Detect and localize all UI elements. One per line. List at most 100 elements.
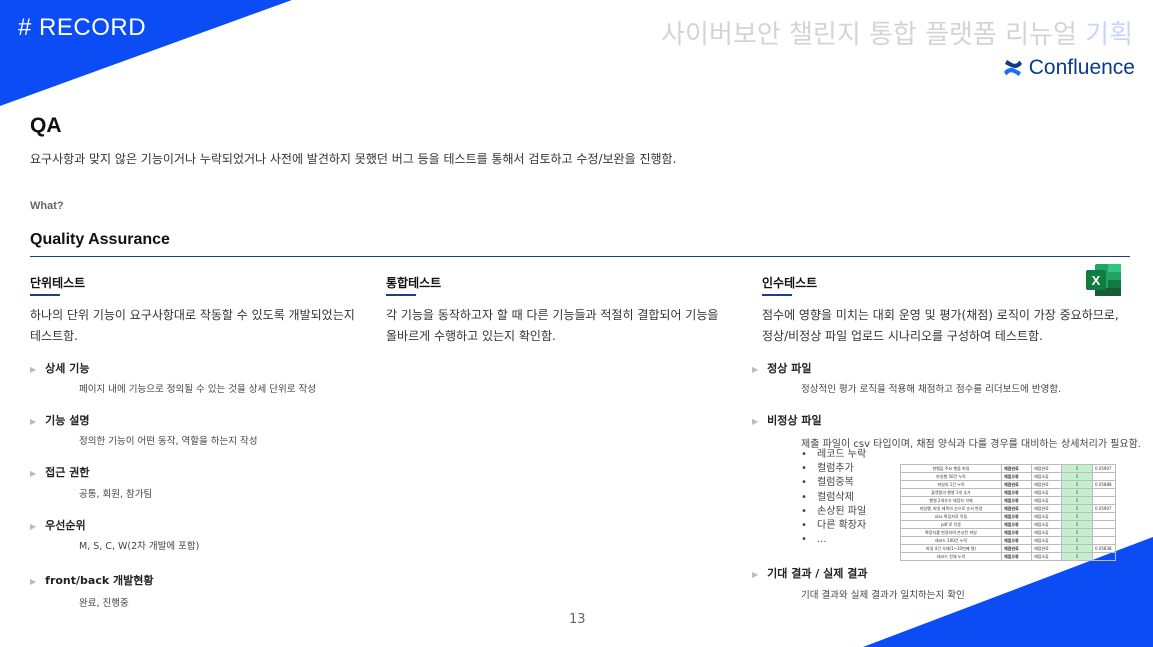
table-cell: 0	[1061, 544, 1093, 553]
unit-test-item-sub: 공통, 회원, 참가팀	[79, 489, 153, 500]
triangle-bullet-icon: ▶	[30, 417, 37, 426]
table-row: 파일행, 파일 제목의 순으로 순서 변경 채점완료 채점완료 0 0.05907	[900, 504, 1116, 513]
abnormal-case-list: • 레코드 누락 • 컬럼추가 • 컬럼중복 • 컬럼삭제 • 손상된 파일 • 다른 확장…	[801, 448, 866, 547]
integration-test-title: 통합테스트	[386, 276, 442, 290]
table-cell: 0.05907	[1092, 504, 1116, 513]
table-row: 레코드 100건 누락 채점오류 채점오류 0	[900, 536, 1116, 545]
normal-file-item: ▶ 정상 파일	[752, 360, 811, 376]
table-cell: 0.05907	[1092, 464, 1116, 473]
table-cell: xlsx 확장자로 작동	[900, 512, 1002, 521]
unit-test-item: ▶ 상세 기능	[30, 360, 89, 376]
table-row: 파일 4건 삭제(1~10번째 열) 채점완료 채점완료 0 0.05838	[900, 544, 1116, 553]
table-row: 파일의 1건 누락 채점완료 채점완료 0 0.05888	[900, 480, 1116, 489]
svg-text:X: X	[1092, 273, 1101, 288]
table-row: 현행값 주요 행을 파일 채점완료 채점완료 0 0.05907	[900, 464, 1116, 473]
table-cell: 파일 4건 삭제(1~10번째 열)	[900, 544, 1002, 553]
table-cell	[1092, 496, 1116, 505]
item-label: front/back 개발현황	[45, 574, 154, 587]
triangle-bullet-icon: ▶	[30, 365, 37, 374]
list-item: • 레코드 누락	[801, 449, 867, 460]
table-cell: pdf 로 작동	[900, 520, 1002, 529]
table-cell: 파일행 50건 누락	[900, 472, 1002, 481]
abnormal-file-item: ▶ 비정상 파일	[752, 412, 822, 428]
integration-test-desc-line-2: 올바르게 수행하고 있는지 확인함.	[386, 329, 556, 343]
table-cell: 채점오류	[1031, 472, 1062, 481]
table-cell: 0	[1061, 464, 1093, 473]
table-cell: 플랫폼의 행렬 1개 추가	[900, 488, 1002, 497]
table-cell: 레코드 전체 누락	[900, 552, 1002, 561]
item-label: 우선순위	[45, 519, 86, 532]
table-cell	[1092, 472, 1116, 481]
unit-test-item: ▶ 접근 권한	[30, 464, 89, 480]
table-cell: 채점완료	[1031, 480, 1062, 489]
table-cell: 채점오류	[1001, 496, 1032, 505]
table-cell: 채점오류	[1001, 520, 1032, 529]
table-cell	[1092, 536, 1116, 545]
list-item: •...	[801, 534, 827, 546]
item-label: 상세 기능	[45, 362, 90, 375]
table-row: 레코드 전체 누락 채점오류 채점오류 0	[900, 552, 1116, 561]
acceptance-test-desc-line-2: 정상/비정상 파일 업로드 시나리오를 구성하여 테스트함.	[762, 329, 1043, 343]
list-item: • 다른 확장자	[801, 520, 867, 532]
integration-test-underline	[386, 294, 416, 296]
table-cell: 파일행, 파일 제목의 순으로 순서 변경	[900, 504, 1002, 513]
table-cell: 0	[1061, 552, 1093, 561]
triangle-bullet-icon: ▶	[30, 469, 37, 478]
acceptance-test-underline	[762, 294, 792, 296]
page-title: 사이버보안 챌린지 통합 플랫폼 리뉴얼 기획	[661, 14, 1133, 51]
excel-icon: X	[1086, 264, 1121, 296]
record-label: # RECORD	[18, 14, 147, 41]
table-row: 파일행 50건 누락 채점오류 채점오류 0	[900, 472, 1116, 481]
unit-test-item-sub: 정의한 기능이 어떤 동작, 역할을 하는지 작성	[79, 436, 258, 447]
triangle-bullet-icon: ▶	[752, 417, 759, 426]
table-cell: 채점오류	[1001, 528, 1032, 537]
table-cell	[1092, 512, 1116, 521]
table-cell: 0	[1061, 512, 1093, 521]
unit-test-item: ▶ 우선순위	[30, 517, 86, 533]
list-item: • 컬럼중복	[801, 477, 854, 489]
acceptance-test-desc-line-1: 점수에 영향을 미치는 대회 운영 및 평가(채점) 로직이 가장 중요하므로,	[762, 308, 1119, 322]
qa-full-name: Quality Assurance	[30, 231, 170, 248]
table-cell: 채점오류	[1031, 536, 1062, 545]
table-cell: 0.05888	[1092, 480, 1116, 489]
table-cell: 채점오류	[1001, 472, 1032, 481]
table-row: xlsx 확장자로 작동 채점오류 채점오류 0	[900, 512, 1116, 521]
table-cell: 채점완료	[1001, 480, 1032, 489]
table-cell	[1092, 552, 1116, 561]
table-cell: 행렬 2개추가 채점차 삭제	[900, 496, 1002, 505]
unit-test-item: ▶ 기능 설명	[30, 412, 89, 428]
expected-result-sub: 기대 결과와 실제 결과가 일치하는지 확인	[801, 590, 965, 601]
test-result-sheet: 현행값 주요 행을 파일 채점완료 채점완료 0 0.05907 파일행 50건 누락 채점…	[900, 464, 1116, 561]
unit-test-desc-line-2: 테스트함.	[30, 329, 78, 343]
table-cell	[1092, 520, 1116, 529]
table-cell: 채점오류	[1031, 528, 1062, 537]
section-description: 요구사항과 맞지 않은 기능이거나 누락되었거나 사전에 발견하지 못했던 버그…	[30, 152, 677, 166]
table-row: 행렬 2개추가 채점차 삭제 채점오류 채점오류 0	[900, 496, 1116, 505]
triangle-bullet-icon: ▶	[752, 365, 759, 374]
table-cell: 채점오류	[1001, 512, 1032, 521]
table-cell: 0	[1061, 488, 1093, 497]
table-cell: 채점완료	[1001, 464, 1032, 473]
table-cell: 채점오류	[1001, 552, 1032, 561]
expected-result-item: ▶ 기대 결과 / 실제 결과	[752, 565, 867, 581]
unit-test-desc-line-1: 하나의 단위 기능이 요구사항대로 작동할 수 있도록 개발되었는지	[30, 308, 355, 322]
item-label: 정상 파일	[767, 362, 812, 375]
acceptance-test-title: 인수테스트	[762, 276, 818, 290]
table-cell: 0	[1061, 504, 1093, 513]
triangle-bullet-icon: ▶	[30, 522, 37, 531]
list-item-text: 손상된 파일	[817, 505, 867, 517]
table-cell: 0.05838	[1092, 544, 1116, 553]
table-cell: 0	[1061, 536, 1093, 545]
unit-test-description: 하나의 단위 기능이 요구사항대로 작동할 수 있도록 개발되었는지 테스트함.	[30, 305, 355, 347]
list-item: • 손상된 파일	[801, 505, 867, 517]
table-cell: 채점오류	[1031, 488, 1062, 497]
item-label: 접근 권한	[45, 466, 90, 479]
brand-name: Confluence	[1028, 56, 1135, 79]
confluence-icon	[1003, 60, 1022, 76]
section-heading: QA	[30, 114, 62, 137]
page-number: 13	[569, 612, 586, 627]
unit-test-item-sub: 페이지 내에 기능으로 정의될 수 있는 것을 상세 단위로 작성	[79, 384, 316, 395]
table-cell: 0	[1061, 480, 1093, 489]
table-cell: 채점오류	[1001, 488, 1032, 497]
integration-test-description: 각 기능을 동작하고자 할 때 다른 기능들과 적절히 결합되어 기능을 올바르…	[386, 305, 718, 347]
